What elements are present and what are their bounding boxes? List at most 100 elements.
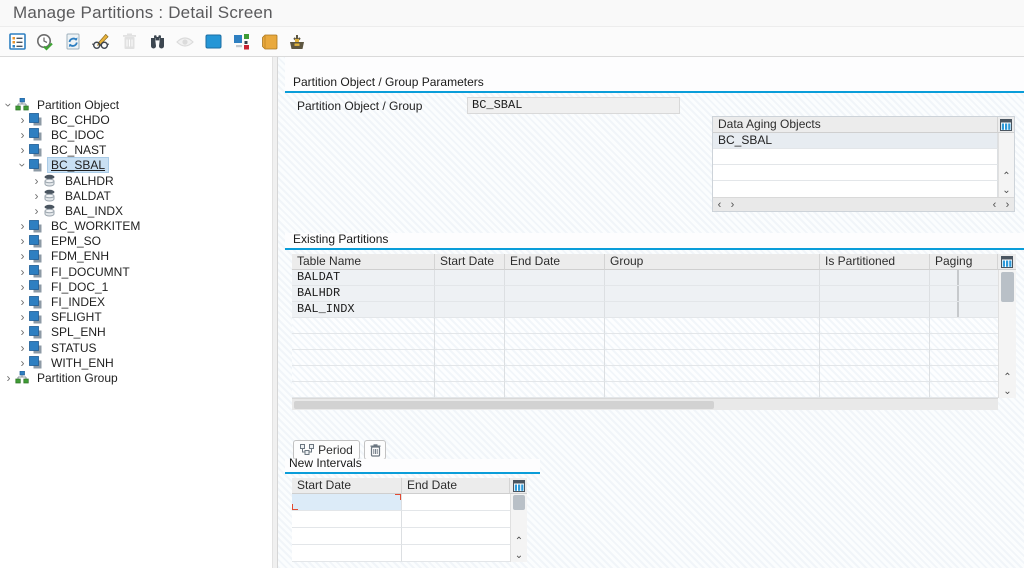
schedule-check-button[interactable]: [36, 33, 54, 51]
tree-item-sflight[interactable]: › SFLIGHT: [0, 310, 272, 325]
tree-item-fi-documnt[interactable]: › FI_DOCUMNT: [0, 264, 272, 279]
scrollbar-thumb[interactable]: [294, 400, 714, 409]
chevron-right-icon[interactable]: ›: [16, 250, 29, 262]
detail-list-button[interactable]: [8, 33, 26, 51]
tree-item-status[interactable]: › STATUS: [0, 340, 272, 355]
chevron-right-icon[interactable]: ›: [16, 296, 29, 308]
cell-group[interactable]: [605, 270, 820, 286]
preview-button[interactable]: [176, 33, 194, 51]
chevron-right-icon[interactable]: ›: [16, 326, 29, 338]
scroll-right-button[interactable]: ›: [726, 199, 739, 211]
tree-item-with-enh[interactable]: › WITH_ENH: [0, 355, 272, 370]
horizontal-scrollbar[interactable]: [292, 398, 998, 410]
cell-is-partitioned[interactable]: [820, 286, 930, 302]
legend-button[interactable]: [232, 33, 250, 51]
column-header-end-date[interactable]: End Date: [402, 478, 510, 494]
table-settings-button[interactable]: [510, 478, 527, 494]
start-date-input[interactable]: [292, 528, 402, 545]
data-aging-row[interactable]: [713, 165, 998, 181]
column-header-end-date[interactable]: End Date: [505, 254, 605, 270]
vertical-scrollbar[interactable]: [510, 494, 527, 534]
table-row[interactable]: [292, 545, 510, 562]
table-row[interactable]: BALHDR: [292, 286, 998, 302]
tree-item-bal-indx[interactable]: › BAL_INDX: [0, 203, 272, 218]
table-row-empty[interactable]: [292, 334, 998, 350]
note-button[interactable]: [260, 33, 278, 51]
cell-table-name[interactable]: BALDAT: [292, 270, 435, 286]
display-change-button[interactable]: [92, 33, 110, 51]
scroll-right-button[interactable]: ›: [1001, 199, 1014, 211]
scroll-left-button[interactable]: ‹: [713, 199, 726, 211]
tree-item-bc-workitem[interactable]: › BC_WORKITEM: [0, 219, 272, 234]
tree-item-fi-index[interactable]: › FI_INDEX: [0, 294, 272, 309]
cell-paging[interactable]: [930, 286, 998, 302]
chevron-right-icon[interactable]: ›: [16, 235, 29, 247]
cell-is-partitioned[interactable]: [820, 270, 930, 286]
table-row-empty[interactable]: [292, 382, 998, 398]
import-button[interactable]: [288, 33, 306, 51]
tree-item-bc-idoc[interactable]: › BC_IDOC: [0, 127, 272, 142]
cell-table-name[interactable]: BAL_INDX: [292, 302, 435, 318]
scrollbar-thumb[interactable]: [1001, 272, 1014, 302]
tree-item-bc-sbal[interactable]: › BC_SBAL: [0, 157, 272, 174]
tree-item-balhdr[interactable]: › BALHDR: [0, 173, 272, 188]
cell-start-date[interactable]: [435, 286, 505, 302]
data-aging-row[interactable]: [713, 181, 998, 197]
paging-checkbox[interactable]: [957, 302, 959, 317]
scrollbar-thumb[interactable]: [513, 495, 525, 510]
cell-is-partitioned[interactable]: [820, 302, 930, 318]
vertical-scrollbar[interactable]: [998, 133, 1014, 169]
find-button[interactable]: [148, 33, 166, 51]
tree-item-partition-object[interactable]: › Partition Object: [0, 97, 272, 112]
end-date-input[interactable]: [402, 528, 510, 545]
table-settings-button[interactable]: [998, 117, 1014, 133]
delete-interval-button[interactable]: [364, 440, 386, 460]
chevron-right-icon[interactable]: ›: [30, 175, 43, 187]
block-button[interactable]: [204, 33, 222, 51]
partition-object-group-field[interactable]: BC_SBAL: [467, 97, 680, 114]
cell-table-name[interactable]: BALHDR: [292, 286, 435, 302]
table-row-empty[interactable]: [292, 318, 998, 334]
chevron-right-icon[interactable]: ›: [16, 114, 29, 126]
cell-paging[interactable]: [930, 302, 998, 318]
data-aging-header[interactable]: Data Aging Objects: [713, 117, 998, 133]
table-row[interactable]: [292, 511, 510, 528]
start-date-input[interactable]: [292, 511, 402, 528]
cell-end-date[interactable]: [505, 302, 605, 318]
table-row[interactable]: BAL_INDX: [292, 302, 998, 318]
tree-item-bc-nast[interactable]: › BC_NAST: [0, 143, 272, 158]
column-header-paging[interactable]: Paging: [930, 254, 998, 270]
tree-item-fi-doc-1[interactable]: › FI_DOC_1: [0, 279, 272, 294]
tree-item-partition-group[interactable]: › Partition Group: [0, 370, 272, 385]
refresh-button[interactable]: [64, 33, 82, 51]
scroll-up-button[interactable]: ⌃: [998, 370, 1016, 384]
scroll-up-button[interactable]: ⌃: [998, 169, 1014, 183]
chevron-right-icon[interactable]: ›: [16, 357, 29, 369]
tree-item-fdm-enh[interactable]: › FDM_ENH: [0, 249, 272, 264]
vertical-scrollbar[interactable]: [998, 270, 1016, 370]
column-header-start-date[interactable]: Start Date: [292, 478, 402, 494]
column-header-start-date[interactable]: Start Date: [435, 254, 505, 270]
chevron-right-icon[interactable]: ›: [16, 281, 29, 293]
end-date-input[interactable]: [402, 511, 510, 528]
table-row-empty[interactable]: [292, 350, 998, 366]
cell-paging[interactable]: [930, 270, 998, 286]
end-date-input[interactable]: [402, 494, 510, 511]
cell-group[interactable]: [605, 286, 820, 302]
cell-group[interactable]: [605, 302, 820, 318]
cell-start-date[interactable]: [435, 270, 505, 286]
chevron-right-icon[interactable]: ›: [30, 205, 43, 217]
tree-item-baldat[interactable]: › BALDAT: [0, 188, 272, 203]
start-date-input[interactable]: [292, 494, 402, 511]
tree-item-epm-so[interactable]: › EPM_SO: [0, 234, 272, 249]
data-aging-row[interactable]: [713, 149, 998, 165]
chevron-right-icon[interactable]: ›: [16, 129, 29, 141]
data-aging-row[interactable]: BC_SBAL: [713, 133, 998, 149]
column-header-is-partitioned[interactable]: Is Partitioned: [820, 254, 930, 270]
scroll-left-button[interactable]: ‹: [988, 199, 1001, 211]
table-row[interactable]: [292, 494, 510, 511]
tree-item-spl-enh[interactable]: › SPL_ENH: [0, 325, 272, 340]
cell-start-date[interactable]: [435, 302, 505, 318]
scroll-down-button[interactable]: ⌄: [998, 183, 1014, 197]
chevron-right-icon[interactable]: ›: [30, 190, 43, 202]
